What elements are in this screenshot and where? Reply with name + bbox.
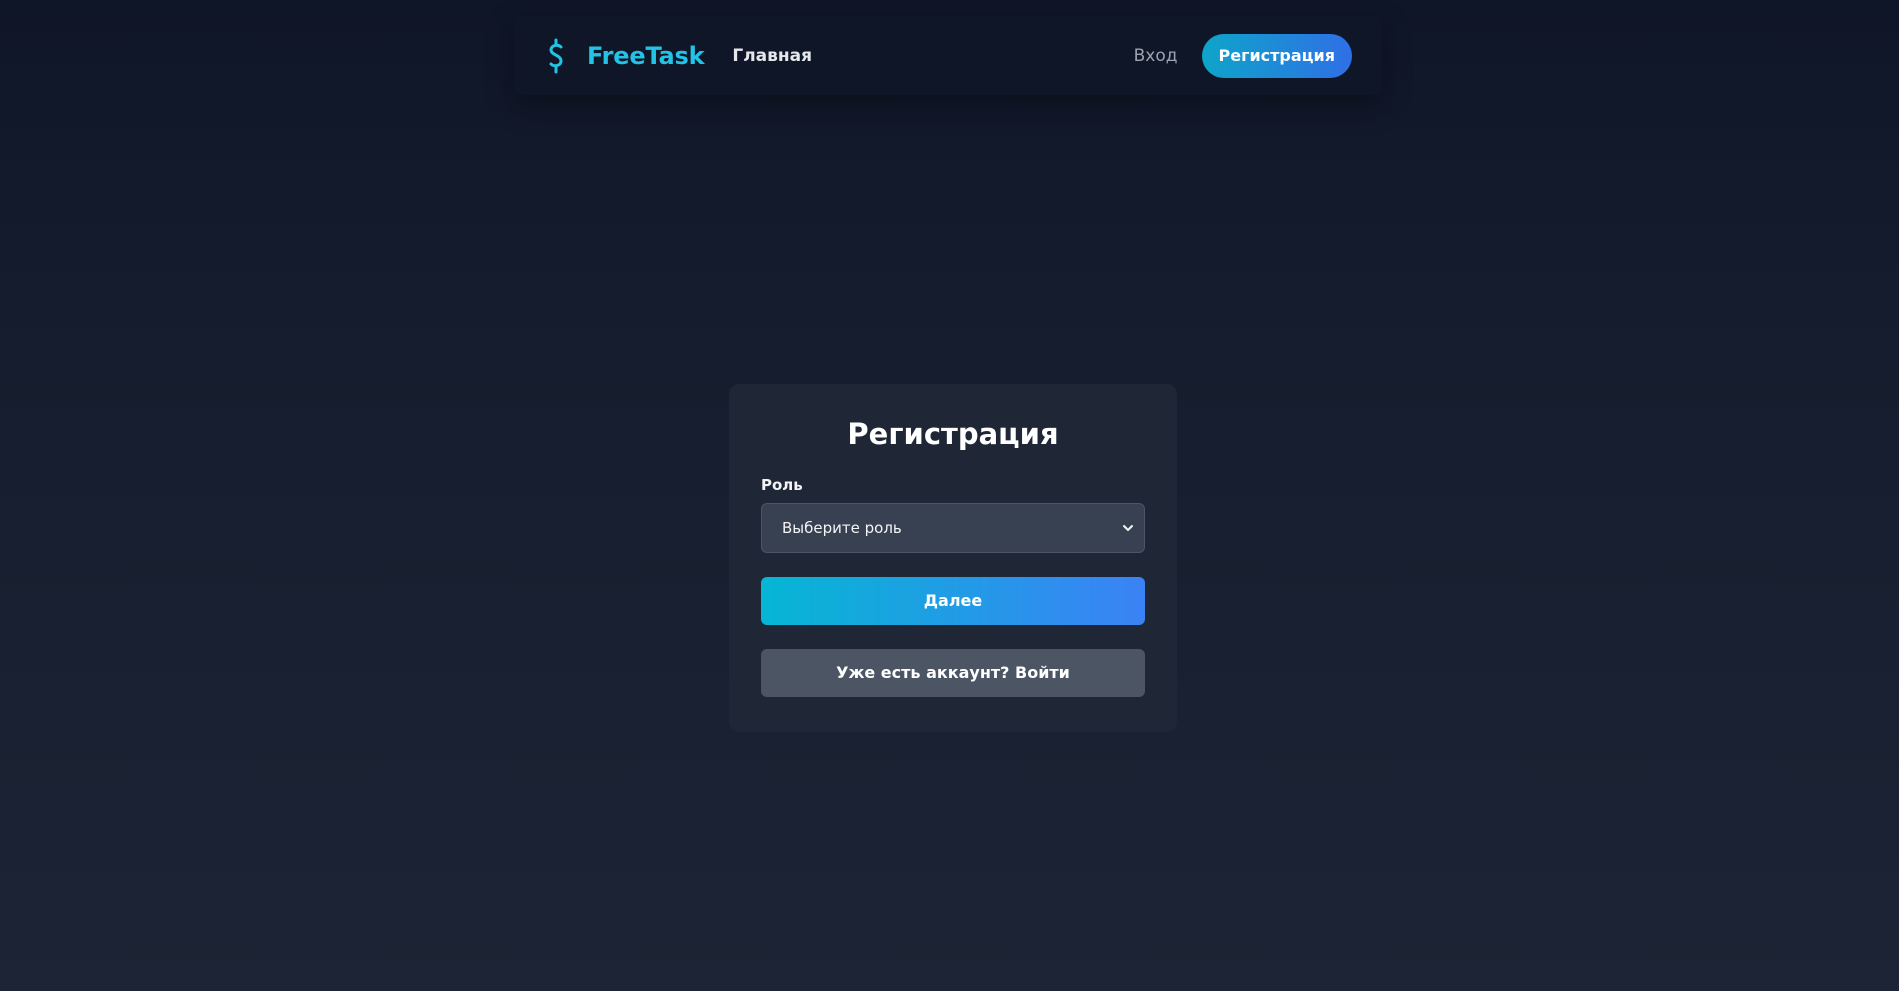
dollar-sign-icon[interactable] [545,38,567,74]
register-button[interactable]: Регистрация [1201,33,1352,78]
nav-right-group: Вход Регистрация [1134,33,1352,78]
registration-card: Регистрация Роль Выберите роль Далее Уже… [729,384,1177,732]
nav-link-home[interactable]: Главная [732,46,812,66]
nav-link-login[interactable]: Вход [1134,46,1178,66]
top-navbar: FreeTask Главная Вход Регистрация [515,16,1382,95]
role-label: Роль [761,475,803,494]
brand-logo-text[interactable]: FreeTask [587,42,705,70]
page-title: Регистрация [847,417,1059,451]
chevron-down-icon [1122,522,1134,534]
nav-left-group: FreeTask Главная [545,38,812,74]
role-select[interactable]: Выберите роль [761,502,1145,553]
next-button[interactable]: Далее [761,576,1145,625]
already-have-account-login-button[interactable]: Уже есть аккаунт? Войти [761,648,1145,697]
role-select-value: Выберите роль [782,518,902,537]
